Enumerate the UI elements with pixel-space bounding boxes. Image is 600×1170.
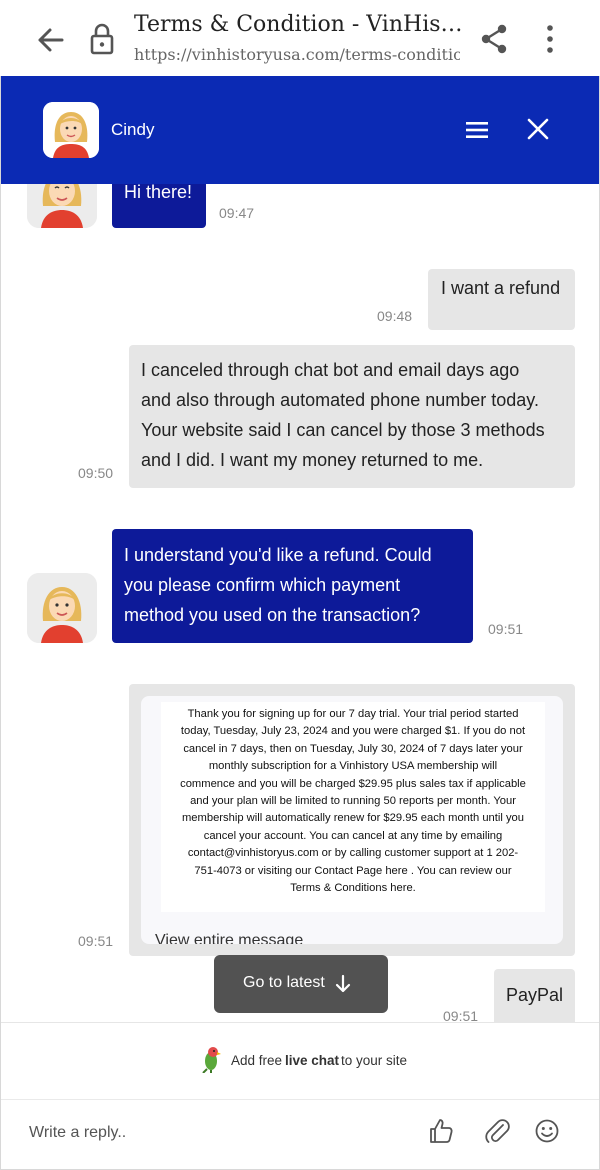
bot-avatar-image xyxy=(27,573,97,643)
page: Terms & Condition - VinHistoryUS... http… xyxy=(0,0,600,1170)
footer-divider xyxy=(1,1099,599,1100)
message-time: 09:47 xyxy=(219,205,255,221)
email-line: monthly subscription for a Vinhistory US… xyxy=(208,760,498,773)
emoji-icon[interactable] xyxy=(533,1117,561,1145)
email-line: commence and you will be charged $29.95 … xyxy=(180,777,526,790)
user-email-message[interactable]: Thank you for signing up for our 7 day t… xyxy=(129,684,575,956)
parrot-logo-icon xyxy=(202,1047,221,1073)
back-arrow-icon[interactable] xyxy=(32,22,68,58)
message-line: and also through automated phone number … xyxy=(141,390,539,410)
chat-widget: Cindy Hi there! 09:47 I want a refund 09… xyxy=(0,76,600,1170)
email-line: 751-4073 or visiting our Contact Page he… xyxy=(194,864,512,877)
message-time: 09:51 xyxy=(78,933,114,949)
email-line: cancel in 7 days, then on Tuesday, July … xyxy=(183,742,523,755)
promo-bold: live chat xyxy=(285,1053,340,1068)
email-line: today, Tuesday, July 23, 2024 and you we… xyxy=(180,725,526,738)
message-time: 09:51 xyxy=(488,621,524,637)
message-text: PayPal xyxy=(506,985,564,1005)
email-line: membership will automatically renew for … xyxy=(181,812,524,825)
message-line: Your website said I can cancel by those … xyxy=(141,420,545,440)
promo-suffix: to your site xyxy=(341,1053,408,1068)
user-message: I canceled through chat bot and email da… xyxy=(129,345,575,488)
message-line: I understand you'd like a refund. Could xyxy=(124,545,432,565)
email-line: and your plan will be limited to running… xyxy=(190,795,516,808)
browser-toolbar: Terms & Condition - VinHistoryUS... http… xyxy=(0,0,600,76)
agent-avatar xyxy=(43,102,99,158)
message-text: I want a refund xyxy=(441,278,561,298)
menu-icon[interactable] xyxy=(463,116,491,144)
email-line: contact@vinhistoryus.com or by calling c… xyxy=(187,847,519,860)
email-line: cancel your account. You can cancel at a… xyxy=(203,829,503,842)
go-to-latest-button[interactable]: Go to latest xyxy=(214,955,388,1013)
go-to-latest-label: Go to latest xyxy=(243,974,325,991)
message-time: 09:50 xyxy=(78,465,114,481)
message-line: method you used on the transaction? xyxy=(124,605,421,625)
message-line: you please confirm which payment xyxy=(124,575,401,595)
email-line: Terms & Conditions here. xyxy=(290,882,416,895)
address-bar-url[interactable]: https://vinhistoryusa.com/terms-conditio… xyxy=(134,45,460,64)
thumbs-up-icon[interactable] xyxy=(427,1117,455,1145)
agent-avatar-image xyxy=(43,102,99,158)
user-message: I want a refund xyxy=(428,269,575,330)
arrow-down-icon xyxy=(335,974,351,993)
lock-icon[interactable] xyxy=(88,22,116,56)
email-line: Thank you for signing up for our 7 day t… xyxy=(187,708,519,720)
reply-input[interactable] xyxy=(29,1115,409,1151)
chat-header: Cindy xyxy=(1,76,599,184)
message-list[interactable]: Hi there! 09:47 I want a refund 09:48 I … xyxy=(1,76,599,1031)
bot-message: I understand you'd like a refund. Could … xyxy=(112,529,473,643)
bot-avatar xyxy=(27,573,97,643)
chat-footer: Add free live chat to your site xyxy=(1,1022,599,1169)
email-body: Thank you for signing up for our 7 day t… xyxy=(161,702,545,912)
view-entire-message-link[interactable]: View entire message xyxy=(155,932,303,944)
page-title[interactable]: Terms & Condition - VinHistoryUS... xyxy=(134,12,464,37)
paperclip-icon[interactable] xyxy=(483,1117,511,1145)
promo-prefix: Add free xyxy=(231,1053,283,1068)
email-preview: Thank you for signing up for our 7 day t… xyxy=(141,696,563,944)
more-vertical-icon[interactable] xyxy=(538,22,562,56)
message-time: 09:48 xyxy=(377,308,413,324)
agent-name: Cindy xyxy=(111,120,155,139)
share-icon[interactable] xyxy=(478,22,510,56)
message-line: and I did. I want my money returned to m… xyxy=(141,450,484,470)
close-icon[interactable] xyxy=(525,116,551,142)
message-line: I canceled through chat bot and email da… xyxy=(141,360,520,380)
